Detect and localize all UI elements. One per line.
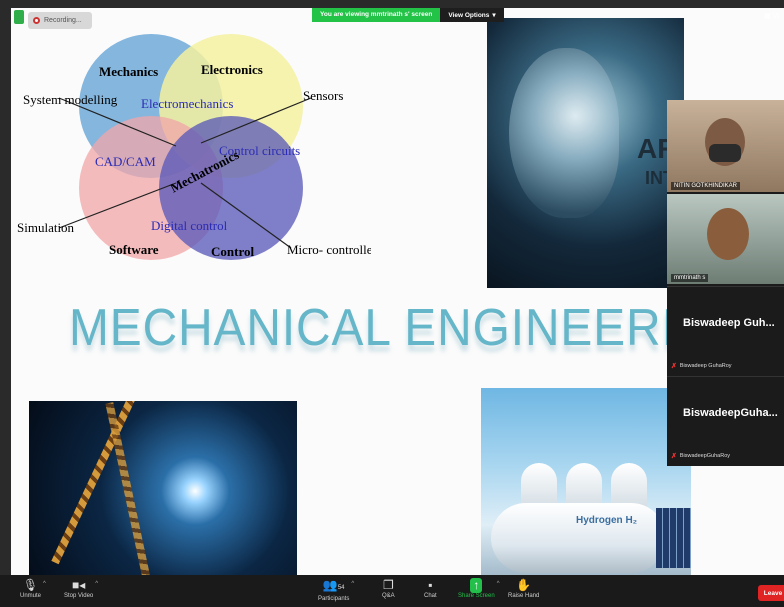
participants-label: Participants [318,596,350,602]
qa-icon: ❐ [382,578,394,592]
share-screen-icon: ↑ [470,578,483,593]
qa-label: Q&A [382,593,395,599]
cadcam-label: CAD/CAM [95,154,156,169]
slide-title: MECHANICAL ENGINEERIN [69,299,712,357]
participant-display-name: BiswadeepGuha... [683,407,778,419]
software-label: Software [109,242,159,257]
participant-face [707,208,749,260]
shield-icon[interactable] [14,10,24,24]
grid-icon: ▦ [764,13,771,20]
participant-name: Biswadeep GuhaRoy [679,363,732,369]
ai-robot-image: ART INT [487,18,684,288]
participant-name-row: ✗ Biswadeep GuhaRoy [671,362,732,370]
robot-head-shape [509,48,619,218]
participant-panel: NITIN GOTKHINDIKAR mmtrinath s Biswadeep… [667,100,784,466]
participants-count: 54 [337,585,345,591]
chevron-down-icon: ▾ [492,12,496,19]
unmute-label: Unmute [20,593,42,599]
view-options-button[interactable]: View Options ▾ [440,8,504,22]
sensors-label: Sensors [303,88,343,103]
share-screen-label: Share Screen [458,593,495,599]
electromechanics-label: Electromechanics [141,96,233,111]
chevron-up-icon[interactable]: ^ [497,581,500,587]
qa-button[interactable]: ❐ Q&A [382,578,395,599]
mic-muted-icon: ✗ [671,363,677,370]
record-icon [33,17,40,24]
viewing-message: You are viewing mmtrinath s' screen [312,8,441,22]
unmute-button[interactable]: 🎙 Unmute ^ [20,578,46,599]
participant-name-tile[interactable]: BiswadeepGuha... ✗ BiswadeepGuhaRoy [667,376,784,464]
leave-button[interactable]: Leave [758,585,784,601]
hydrogen-tank: Hydrogen H₂ [491,503,666,573]
recording-indicator[interactable]: Recording... [28,12,92,29]
stop-video-button[interactable]: ■◂ Stop Video ^ [64,578,98,599]
video-camera-icon: ■◂ [71,578,86,592]
stop-video-label: Stop Video [64,593,94,599]
mechatronics-venn-diagram: Mechanics Electronics Software Control E… [17,34,371,260]
view-options-label: View Options [448,11,490,19]
participant-name: mmtrinath s [671,274,709,282]
meeting-toolbar: 🎙 Unmute ^ ■◂ Stop Video ^ 👥54 Participa… [0,575,784,607]
chat-icon: ▪ [428,578,433,592]
dna-strand [105,402,151,575]
microphone-off-icon: 🎙 [22,578,39,592]
view-toggle-button[interactable]: ▦ Vi [764,12,779,20]
raise-hand-button[interactable]: ✋ Raise Hand [508,578,539,599]
microcontrollers-label: Micro- controllers [287,242,371,257]
participant-name: NITIN GOTKHINDIKAR [671,182,741,190]
chat-label: Chat [424,593,437,599]
share-screen-button[interactable]: ↑ Share Screen ^ [458,578,500,599]
digital-control-label: Digital control [151,218,228,233]
chevron-up-icon[interactable]: ^ [351,581,354,587]
shared-screen-area: Mechanics Electronics Software Control E… [0,0,784,575]
participant-video-tile[interactable]: mmtrinath s [667,194,784,284]
hydrogen-tank-image: Hydrogen H₂ [481,388,691,575]
hydrogen-label: Hydrogen H₂ [576,515,638,526]
chevron-up-icon[interactable]: ^ [43,581,46,587]
simulation-label: Simulation [17,220,75,235]
mic-muted-icon: ✗ [671,453,677,460]
electronics-label: Electronics [201,62,263,77]
participants-icon: 👥54 [322,578,345,592]
participant-video-tile[interactable]: NITIN GOTKHINDIKAR [667,100,784,192]
face-mask [709,144,741,162]
participant-name-tile[interactable]: Biswadeep Guh... ✗ Biswadeep GuhaRoy [667,286,784,374]
participants-button[interactable]: 👥54 Participants ^ [318,578,354,602]
view-corner-label: Vi [772,13,779,20]
control-label: Control [211,244,254,259]
participant-display-name: Biswadeep Guh... [683,317,775,329]
mechanics-label: Mechanics [99,64,158,79]
recording-label: Recording... [44,17,82,24]
participant-name-row: ✗ BiswadeepGuhaRoy [671,452,730,460]
participant-name: BiswadeepGuhaRoy [679,453,731,459]
raise-hand-label: Raise Hand [508,593,540,599]
chevron-up-icon[interactable]: ^ [95,581,98,587]
system-modelling-label: System modelling [23,92,118,107]
nanobot-dna-image [29,401,297,575]
share-status-banner: You are viewing mmtrinath s' screen View… [312,8,504,22]
hand-icon: ✋ [516,578,532,592]
solar-panels [656,508,691,568]
chat-button[interactable]: ▪ Chat [424,578,437,599]
